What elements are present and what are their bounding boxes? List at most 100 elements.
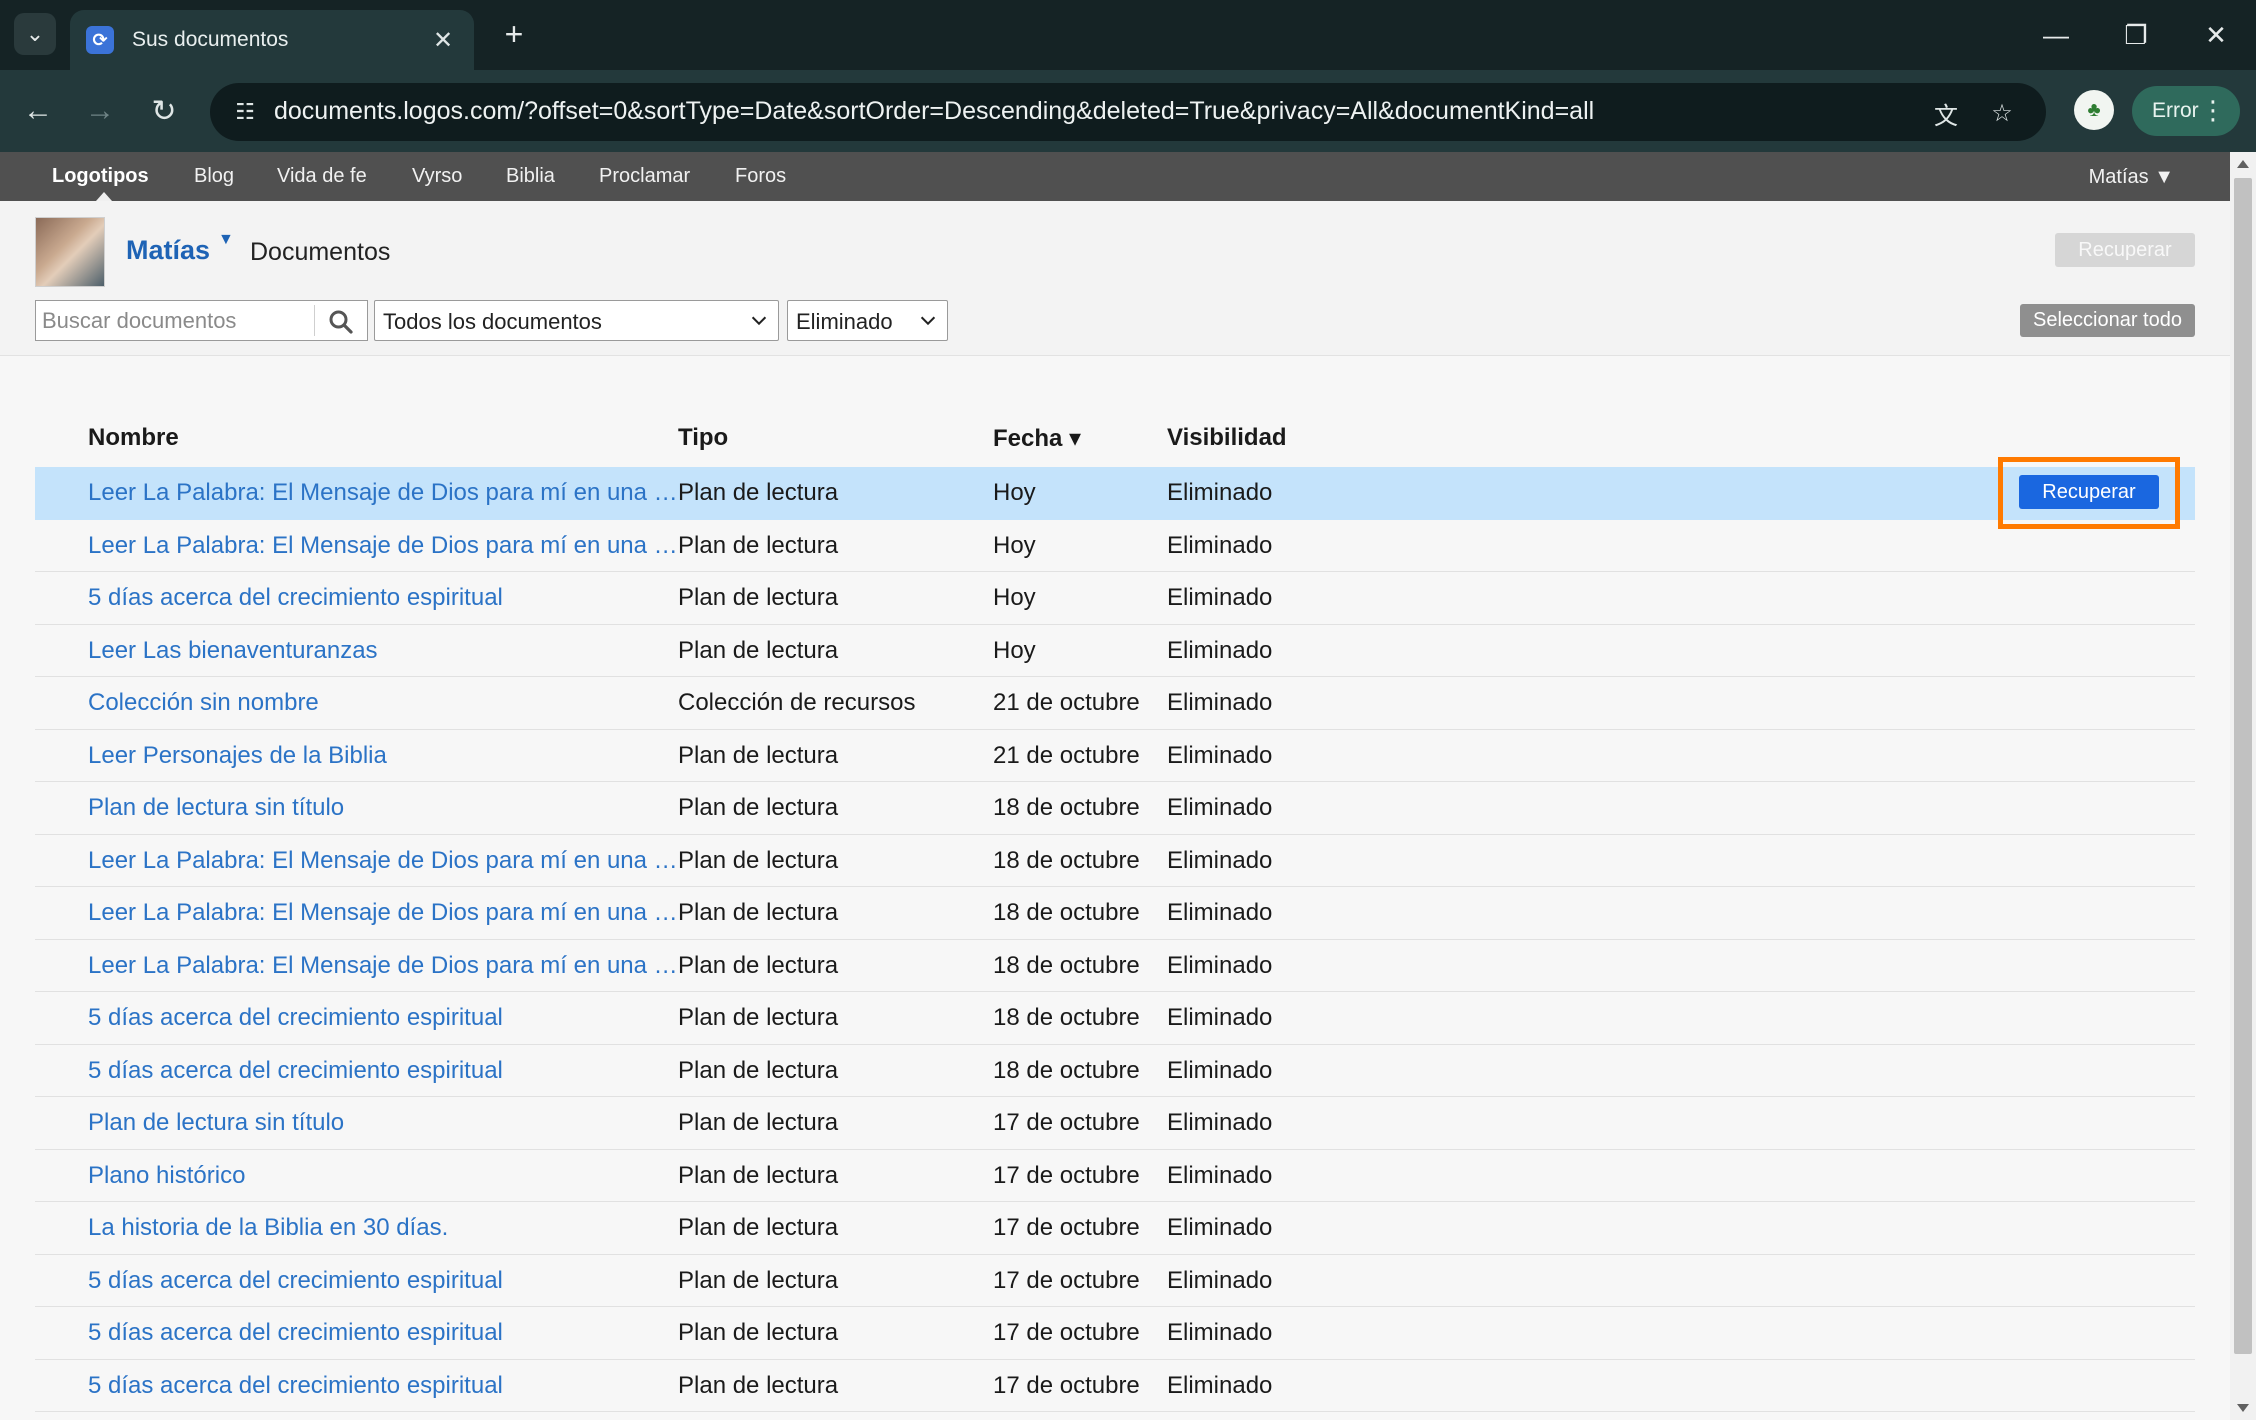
- nav-item-vida-de-fe[interactable]: Vida de fe: [277, 165, 367, 188]
- document-name-link[interactable]: Leer La Palabra: El Mensaje de Dios para…: [88, 952, 693, 980]
- caret-down-icon[interactable]: ▼: [218, 231, 234, 249]
- table-row[interactable]: Leer La Palabra: El Mensaje de Dios para…: [35, 835, 2195, 887]
- search-input[interactable]: [42, 304, 312, 337]
- user-name-link[interactable]: Matías: [126, 235, 210, 266]
- window-close-icon[interactable]: ✕: [2186, 12, 2246, 58]
- nav-item-logotipos[interactable]: Logotipos: [52, 165, 149, 188]
- scrollbar-thumb[interactable]: [2234, 178, 2252, 1354]
- table-row[interactable]: Leer La Palabra: El Mensaje de Dios para…: [35, 940, 2195, 992]
- extension-icon[interactable]: ♣: [2074, 90, 2114, 130]
- nav-item-vyrso[interactable]: Vyrso: [412, 165, 462, 188]
- document-name-link[interactable]: Leer Personajes de la Biblia: [88, 742, 693, 770]
- document-visibility: Eliminado: [1167, 1266, 1273, 1294]
- nav-item-biblia[interactable]: Biblia: [506, 165, 555, 188]
- select-all-button[interactable]: Seleccionar todo: [2020, 304, 2195, 337]
- restore-icon[interactable]: ❐: [2106, 12, 2166, 58]
- deleted-state-select[interactable]: Eliminado: [787, 300, 948, 341]
- scroll-down-arrow-icon[interactable]: [2237, 1404, 2249, 1412]
- search-divider: [314, 305, 315, 336]
- arrow-right-icon[interactable]: →: [78, 89, 122, 133]
- table-row[interactable]: 5 días acerca del crecimiento espiritual…: [35, 572, 2195, 625]
- document-type: Colección de recursos: [678, 689, 916, 716]
- document-name-link[interactable]: 5 días acerca del crecimiento espiritual: [88, 1004, 693, 1032]
- user-menu[interactable]: Matías ▼: [2089, 166, 2174, 189]
- document-name-link[interactable]: Colección sin nombre: [88, 689, 693, 717]
- table-row[interactable]: Plan de lectura sin título Plan de lectur…: [35, 782, 2195, 835]
- document-date: 17 de octubre: [993, 1266, 1140, 1294]
- url-text[interactable]: documents.logos.com/?offset=0&sortType=D…: [274, 97, 1594, 126]
- document-date: 17 de octubre: [993, 1214, 1140, 1241]
- document-kind-select[interactable]: Todos los documentos: [374, 300, 779, 341]
- document-kind-value: Todos los documentos: [383, 309, 602, 334]
- tune-icon[interactable]: ☷: [228, 95, 262, 129]
- document-visibility: Eliminado: [1167, 1109, 1273, 1136]
- document-date: 18 de octubre: [993, 951, 1140, 979]
- document-type: Plan de lectura: [678, 1214, 839, 1241]
- column-header-type[interactable]: Tipo: [678, 424, 728, 452]
- document-type: Plan de lectura: [678, 584, 839, 611]
- table-row[interactable]: Plan de lectura sin título Plan de lectur…: [35, 1097, 2195, 1150]
- column-header-name[interactable]: Nombre: [88, 424, 179, 452]
- table-row[interactable]: 5 días acerca del crecimiento espiritual…: [35, 1360, 2195, 1412]
- document-name-link[interactable]: Leer La Palabra: El Mensaje de Dios para…: [88, 847, 693, 875]
- document-type: Plan de lectura: [678, 1056, 839, 1084]
- table-row[interactable]: Leer La Palabra: El Mensaje de Dios para…: [35, 457, 2195, 529]
- browser-toolbar: ← → ↻ ☷ documents.logos.com/?offset=0&so…: [0, 70, 2256, 152]
- table-row[interactable]: 5 días acerca del crecimiento espiritual…: [35, 1307, 2195, 1360]
- arrow-left-icon[interactable]: ←: [16, 89, 60, 133]
- column-header-date[interactable]: Fecha ▾: [993, 424, 1081, 453]
- table-row[interactable]: La historia de la Biblia en 30 días. Plan…: [35, 1202, 2195, 1255]
- document-name-link[interactable]: Leer Las bienaventuranzas: [88, 637, 693, 665]
- nav-item-foros[interactable]: Foros: [735, 165, 786, 188]
- row-recover-button[interactable]: Recuperar: [2019, 475, 2159, 509]
- document-name-link[interactable]: 5 días acerca del crecimiento espiritual: [88, 1372, 693, 1400]
- document-name-link[interactable]: 5 días acerca del crecimiento espiritual: [88, 1267, 693, 1295]
- table-row[interactable]: Leer La Palabra: El Mensaje de Dios para…: [35, 887, 2195, 940]
- document-type: Plan de lectura: [678, 1004, 839, 1031]
- document-name-link[interactable]: Leer La Palabra: El Mensaje de Dios para…: [88, 479, 693, 507]
- table-row[interactable]: Colección sin nombre Colección de recurso…: [35, 677, 2195, 730]
- search-icon[interactable]: [326, 307, 356, 337]
- logos-icon: ⟳: [86, 26, 114, 54]
- column-header-visibility[interactable]: Visibilidad: [1167, 424, 1287, 452]
- table-row[interactable]: Plano histórico Plan de lectura 17 de octu…: [35, 1150, 2195, 1202]
- tab-title: Sus documentos: [132, 28, 289, 51]
- star-icon[interactable]: ☆: [1984, 95, 2020, 131]
- document-visibility: Eliminado: [1167, 1319, 1273, 1346]
- kebab-menu-icon[interactable]: ⋮: [2200, 95, 2226, 126]
- document-name-link[interactable]: Plan de lectura sin título: [88, 794, 693, 822]
- address-bar[interactable]: ☷ documents.logos.com/?offset=0&sortType…: [210, 83, 2046, 141]
- document-name-link[interactable]: 5 días acerca del crecimiento espiritual: [88, 584, 693, 612]
- document-name-link[interactable]: Plan de lectura sin título: [88, 1109, 693, 1137]
- document-date: 18 de octubre: [993, 899, 1140, 926]
- active-nav-indicator: [96, 192, 112, 201]
- reload-icon[interactable]: ↻: [142, 89, 186, 133]
- document-name-link[interactable]: 5 días acerca del crecimiento espiritual: [88, 1319, 693, 1347]
- table-row[interactable]: 5 días acerca del crecimiento espiritual…: [35, 1255, 2195, 1307]
- table-row[interactable]: 5 días acerca del crecimiento espiritual…: [35, 992, 2195, 1045]
- document-name-link[interactable]: Leer La Palabra: El Mensaje de Dios para…: [88, 532, 693, 560]
- recover-button[interactable]: Recuperar: [2055, 233, 2195, 267]
- avatar[interactable]: [35, 217, 105, 287]
- document-type: Plan de lectura: [678, 531, 839, 559]
- close-icon[interactable]: ✕: [428, 26, 458, 55]
- table-row[interactable]: Leer Las bienaventuranzas Plan de lectura…: [35, 625, 2195, 677]
- translate-icon[interactable]: 文: [1928, 95, 1964, 131]
- scroll-up-arrow-icon[interactable]: [2237, 160, 2249, 168]
- document-name-link[interactable]: La historia de la Biblia en 30 días.: [88, 1214, 693, 1242]
- table-row[interactable]: Leer Personajes de la Biblia Plan de lect…: [35, 730, 2195, 782]
- nav-item-blog[interactable]: Blog: [194, 165, 234, 188]
- tab-search-button[interactable]: ⌄: [14, 13, 56, 55]
- minimize-icon[interactable]: —: [2026, 12, 2086, 58]
- plus-icon[interactable]: +: [494, 14, 534, 54]
- table-row[interactable]: Leer La Palabra: El Mensaje de Dios para…: [35, 520, 2195, 572]
- document-name-link[interactable]: 5 días acerca del crecimiento espiritual: [88, 1057, 693, 1085]
- document-name-link[interactable]: Plano histórico: [88, 1162, 693, 1190]
- browser-tab[interactable]: ⟳ Sus documentos ✕: [70, 10, 474, 70]
- document-name-link[interactable]: Leer La Palabra: El Mensaje de Dios para…: [88, 899, 693, 927]
- page-scrollbar[interactable]: [2230, 152, 2256, 1420]
- nav-item-proclamar[interactable]: Proclamar: [599, 165, 690, 188]
- table-row[interactable]: 5 días acerca del crecimiento espiritual…: [35, 1045, 2195, 1097]
- page-header: Matías ▼ Documentos Recuperar Todos los …: [0, 201, 2230, 356]
- profile-error-button[interactable]: Error ⋮: [2132, 86, 2240, 136]
